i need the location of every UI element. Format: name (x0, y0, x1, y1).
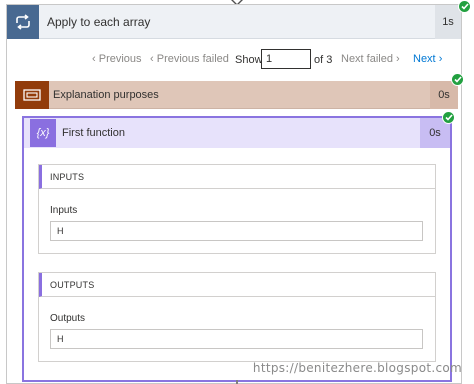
explanation-title: Explanation purposes (53, 89, 159, 101)
next-label: Next (413, 53, 436, 65)
inputs-value[interactable]: H (50, 221, 423, 241)
outputs-label: Outputs (50, 313, 86, 324)
page-number-input[interactable] (261, 49, 311, 69)
explanation-success-check-icon (451, 73, 464, 86)
previous-button[interactable]: ‹ Previous (92, 53, 142, 65)
first-function-success-check-icon (442, 111, 455, 124)
first-function-card: {x} First function 0s INPUTS Inputs H OU… (22, 116, 452, 382)
explanation-action[interactable]: Explanation purposes 0s (15, 81, 458, 109)
outputs-value[interactable]: H (50, 329, 423, 349)
previous-failed-button[interactable]: ‹ Previous failed (150, 53, 229, 65)
outputs-header[interactable]: OUTPUTS (39, 273, 435, 297)
page-count-label: of 3 (314, 54, 333, 66)
inputs-label: Inputs (50, 205, 78, 216)
scope-title: Apply to each array (47, 15, 151, 29)
variable-icon: {x} (30, 119, 56, 147)
previous-label: Previous (98, 53, 142, 65)
watermark: https://benitezhere.blogspot.com (252, 361, 462, 375)
pagination-bar: ‹ Previous ‹ Previous failed Show of 3 N… (0, 48, 474, 72)
show-label: Show (235, 54, 263, 66)
next-failed-label: Next failed (341, 53, 393, 65)
chevron-left-icon: ‹ (150, 53, 154, 65)
inputs-section: INPUTS Inputs H (38, 164, 436, 254)
next-failed-button[interactable]: Next failed › (341, 53, 400, 65)
chevron-right-icon: › (396, 53, 400, 65)
compose-icon (15, 81, 49, 109)
scope-duration: 1s (435, 5, 461, 39)
outputs-section: OUTPUTS Outputs H (38, 272, 436, 362)
inputs-header[interactable]: INPUTS (39, 165, 435, 189)
connector-line (236, 380, 238, 384)
previous-failed-label: Previous failed (156, 53, 229, 65)
chevron-right-icon: › (438, 53, 443, 65)
scope-success-check-icon (458, 0, 471, 13)
first-function-header[interactable]: {x} First function 0s (24, 118, 450, 148)
next-button[interactable]: Next › (413, 53, 442, 65)
loop-icon (7, 5, 39, 39)
scope-header[interactable]: Apply to each array 1s (7, 5, 461, 39)
first-function-title: First function (62, 127, 125, 139)
chevron-left-icon: ‹ (92, 53, 96, 65)
